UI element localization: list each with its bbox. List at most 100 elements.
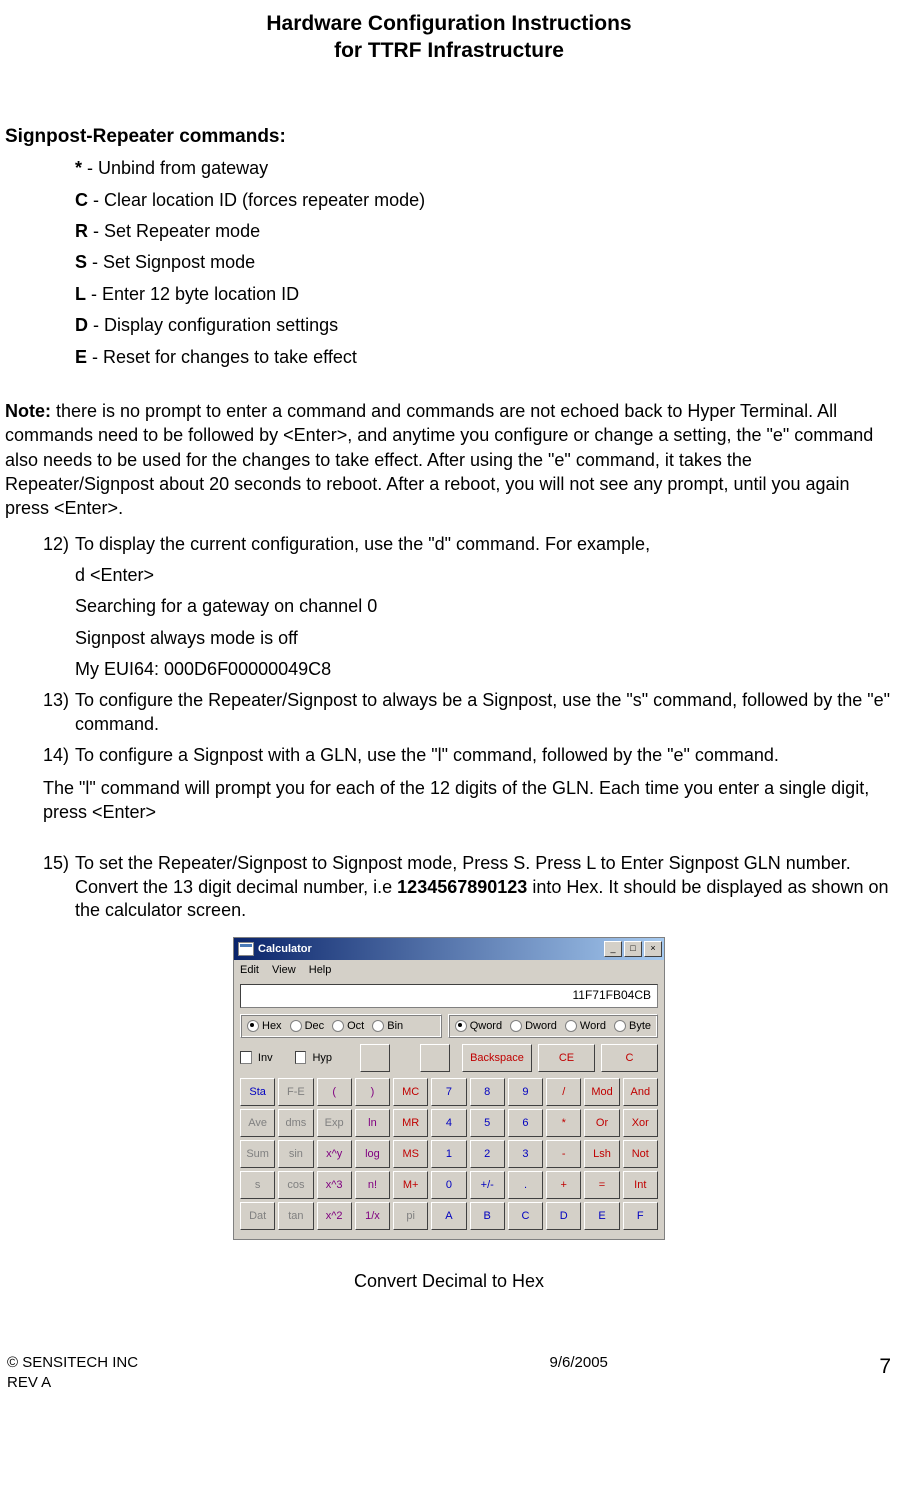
footer-rev: REV A (7, 1373, 138, 1393)
step-12-line: d <Enter> (75, 564, 893, 587)
radio-word[interactable]: Word (565, 1019, 606, 1033)
btn-3[interactable]: 3 (508, 1140, 543, 1168)
btn-ln[interactable]: ln (355, 1109, 390, 1137)
radio-qword[interactable]: Qword (455, 1019, 502, 1033)
btn-8[interactable]: 8 (470, 1078, 505, 1106)
btn-not[interactable]: Not (623, 1140, 658, 1168)
btn-log[interactable]: log (355, 1140, 390, 1168)
btn-mplus[interactable]: M+ (393, 1171, 428, 1199)
checkbox-hyp[interactable] (295, 1051, 307, 1064)
btn-exp[interactable]: Exp (317, 1109, 352, 1137)
blank-indicator (420, 1044, 450, 1072)
btn-b[interactable]: B (470, 1202, 505, 1230)
btn-div[interactable]: / (546, 1078, 581, 1106)
btn-5[interactable]: 5 (470, 1109, 505, 1137)
window-title: Calculator (258, 942, 312, 956)
btn-rparen[interactable]: ) (355, 1078, 390, 1106)
btn-mul[interactable]: * (546, 1109, 581, 1137)
step-15: 15) To set the Repeater/Signpost to Sign… (43, 852, 893, 922)
btn-dot[interactable]: . (508, 1171, 543, 1199)
radio-oct[interactable]: Oct (332, 1019, 364, 1033)
step-14: 14) To configure a Signpost with a GLN, … (43, 744, 893, 767)
maximize-button[interactable]: □ (624, 941, 642, 957)
btn-nfact[interactable]: n! (355, 1171, 390, 1199)
command-item: * - Unbind from gateway (75, 157, 893, 180)
btn-sub[interactable]: - (546, 1140, 581, 1168)
step-12-line: My EUI64: 000D6F00000049C8 (75, 658, 893, 681)
btn-eq[interactable]: = (584, 1171, 619, 1199)
step-12-line: Signpost always mode is off (75, 627, 893, 650)
btn-and[interactable]: And (623, 1078, 658, 1106)
command-item: R - Set Repeater mode (75, 220, 893, 243)
note-label: Note: (5, 401, 51, 421)
btn-mod[interactable]: Mod (584, 1078, 619, 1106)
btn-9[interactable]: 9 (508, 1078, 543, 1106)
header-line1: Hardware Configuration Instructions (5, 10, 893, 37)
btn-lsh[interactable]: Lsh (584, 1140, 619, 1168)
btn-fe[interactable]: F-E (278, 1078, 313, 1106)
footer-date: 9/6/2005 (208, 1353, 898, 1392)
btn-x2[interactable]: x^2 (317, 1202, 352, 1230)
btn-sin[interactable]: sin (278, 1140, 313, 1168)
btn-ave[interactable]: Ave (240, 1109, 275, 1137)
c-button[interactable]: C (601, 1044, 658, 1072)
btn-e[interactable]: E (584, 1202, 619, 1230)
btn-ms[interactable]: MS (393, 1140, 428, 1168)
btn-6[interactable]: 6 (508, 1109, 543, 1137)
command-list: * - Unbind from gateway C - Clear locati… (75, 157, 893, 369)
command-item: S - Set Signpost mode (75, 251, 893, 274)
btn-dat[interactable]: Dat (240, 1202, 275, 1230)
btn-pi[interactable]: pi (393, 1202, 428, 1230)
btn-1x[interactable]: 1/x (355, 1202, 390, 1230)
checkbox-inv[interactable] (240, 1051, 252, 1064)
btn-2[interactable]: 2 (470, 1140, 505, 1168)
btn-f[interactable]: F (623, 1202, 658, 1230)
document-header: Hardware Configuration Instructions for … (5, 10, 893, 65)
btn-7[interactable]: 7 (431, 1078, 466, 1106)
btn-c[interactable]: C (508, 1202, 543, 1230)
btn-or[interactable]: Or (584, 1109, 619, 1137)
close-button[interactable]: × (644, 941, 662, 957)
command-item: E - Reset for changes to take effect (75, 346, 893, 369)
btn-add[interactable]: + (546, 1171, 581, 1199)
btn-4[interactable]: 4 (431, 1109, 466, 1137)
figure-caption: Convert Decimal to Hex (5, 1270, 893, 1293)
footer-copyright: © SENSITECH INC (7, 1353, 138, 1373)
ce-button[interactable]: CE (538, 1044, 595, 1072)
backspace-button[interactable]: Backspace (462, 1044, 532, 1072)
radio-dec[interactable]: Dec (290, 1019, 325, 1033)
btn-int[interactable]: Int (623, 1171, 658, 1199)
radio-hex[interactable]: Hex (247, 1019, 282, 1033)
base-group: Hex Dec Oct Bin (240, 1014, 442, 1038)
btn-a[interactable]: A (431, 1202, 466, 1230)
btn-plusminus[interactable]: +/- (470, 1171, 505, 1199)
btn-x3[interactable]: x^3 (317, 1171, 352, 1199)
calculator-display: 11F71FB04CB (240, 984, 658, 1008)
btn-cos[interactable]: cos (278, 1171, 313, 1199)
titlebar: Calculator _ □ × (234, 938, 664, 960)
radio-dword[interactable]: Dword (510, 1019, 557, 1033)
btn-lparen[interactable]: ( (317, 1078, 352, 1106)
button-grid: Sta F-E ( ) MC 7 8 9 / Mod And Ave dms E… (234, 1078, 664, 1239)
btn-mc[interactable]: MC (393, 1078, 428, 1106)
menu-view[interactable]: View (272, 964, 296, 976)
menu-help[interactable]: Help (309, 964, 332, 976)
command-item: L - Enter 12 byte location ID (75, 283, 893, 306)
btn-dms[interactable]: dms (278, 1109, 313, 1137)
btn-d[interactable]: D (546, 1202, 581, 1230)
btn-1[interactable]: 1 (431, 1140, 466, 1168)
radio-byte[interactable]: Byte (614, 1019, 651, 1033)
radio-bin[interactable]: Bin (372, 1019, 403, 1033)
btn-sum[interactable]: Sum (240, 1140, 275, 1168)
btn-xy[interactable]: x^y (317, 1140, 352, 1168)
btn-mr[interactable]: MR (393, 1109, 428, 1137)
minimize-button[interactable]: _ (604, 941, 622, 957)
btn-0[interactable]: 0 (431, 1171, 466, 1199)
menu-edit[interactable]: Edit (240, 964, 259, 976)
calculator-figure: Calculator _ □ × Edit View Help 11F71FB0… (5, 937, 893, 1240)
btn-xor[interactable]: Xor (623, 1109, 658, 1137)
btn-sta[interactable]: Sta (240, 1078, 275, 1106)
btn-s[interactable]: s (240, 1171, 275, 1199)
btn-tan[interactable]: tan (278, 1202, 313, 1230)
note-paragraph: Note: there is no prompt to enter a comm… (5, 399, 893, 520)
